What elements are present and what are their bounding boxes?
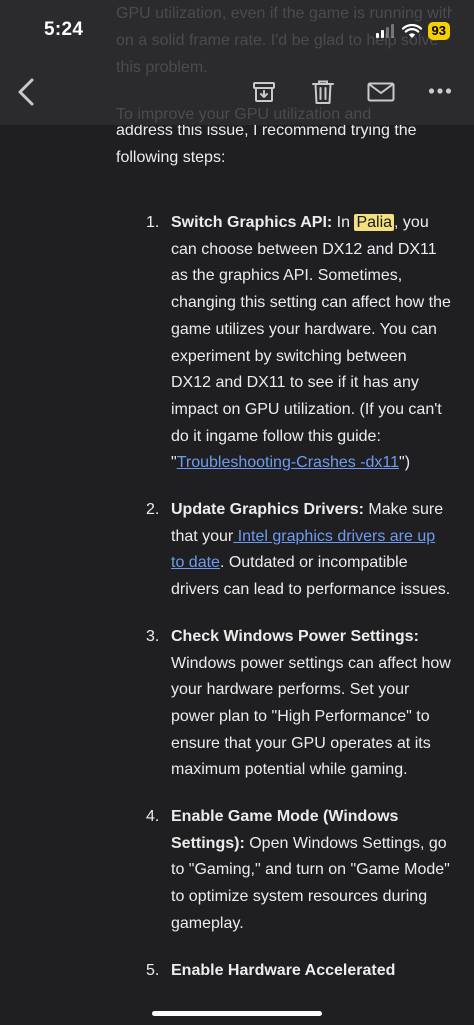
chevron-left-icon [18,78,34,106]
step-number: 4. [146,808,160,826]
list-item: 3. Check Windows Power Settings: Windows… [0,624,474,784]
navigation-bar: GPU utilization, even if the game is run… [0,0,474,125]
list-item: 5. Enable Hardware Accelerated [0,958,474,985]
step-text: Check Windows Power Settings: Windows po… [171,624,451,784]
step-title: Update Graphics Drivers: [171,501,364,519]
step-number: 3. [146,627,160,645]
battery-indicator: 93 [427,22,450,40]
move-to-button[interactable] [367,82,395,102]
step-title: Enable Hardware Accelerated [171,961,396,979]
step-title: Switch Graphics API: [171,214,333,231]
list-item: 1. Switch Graphics API: In Palia, you ca… [0,210,474,477]
step-text: Enable Game Mode (Windows Settings): Ope… [171,804,451,938]
scrolled-text-behind-bar: GPU utilization, even if the game is run… [116,0,452,125]
step-text-post: ") [399,454,411,472]
mail-icon [367,82,395,102]
email-screen: address this issue, I recommend trying t… [0,0,474,1025]
faded-line: To improve your GPU utilization and [116,106,372,123]
back-button[interactable] [16,77,36,107]
more-button[interactable] [428,86,452,96]
status-time: 5:24 [44,19,84,40]
list-item: 4. Enable Game Mode (Windows Settings): … [0,804,474,938]
troubleshooting-link[interactable]: Troubleshooting-Crashes -dx11 [177,454,399,471]
intro-paragraph: address this issue, I recommend trying t… [116,122,417,166]
step-text-body: Windows power settings can affect how yo… [171,654,451,779]
step-number: 5. [146,961,160,979]
step-text-pre: In [332,214,355,231]
home-indicator[interactable] [152,1011,322,1016]
step-text-body: , you can choose between DX12 and DX11 a… [171,214,451,472]
archive-icon [253,82,275,102]
archive-button[interactable] [252,80,276,104]
step-title: Check Windows Power Settings: [171,627,419,645]
more-icon [428,88,452,94]
search-highlight: Palia [354,214,395,231]
step-text: Switch Graphics API: In Palia, you can c… [171,210,451,477]
step-number: 2. [146,501,160,519]
step-number: 1. [146,214,160,231]
list-item: 2. Update Graphics Drivers: Make sure th… [0,497,474,604]
wifi-icon [401,23,422,38]
step-text: Update Graphics Drivers: Make sure that … [171,497,451,604]
trash-icon [312,80,334,104]
status-indicators: 93 [375,20,450,42]
delete-button[interactable] [311,79,335,105]
faded-line: this problem. [116,59,208,76]
step-text: Enable Hardware Accelerated [171,958,451,985]
steps-list: 1. Switch Graphics API: In Palia, you ca… [0,210,474,1004]
cellular-signal-icon [375,24,394,38]
